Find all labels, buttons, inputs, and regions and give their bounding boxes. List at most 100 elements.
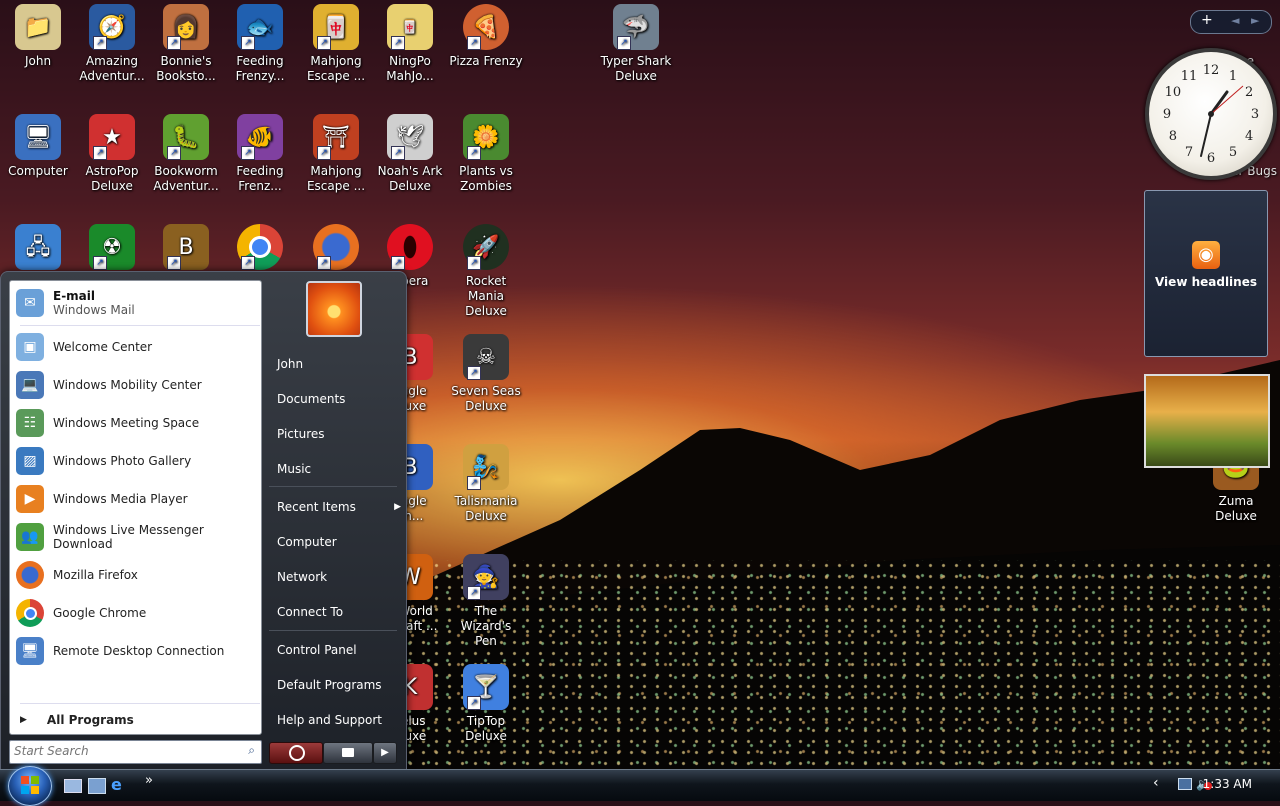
program-windows-media-player[interactable]: ▶ Windows Media Player — [14, 481, 258, 517]
remote-desktop-icon: 🖥 — [16, 637, 44, 665]
program-welcome-center[interactable]: ▣ Welcome Center — [14, 329, 258, 365]
show-desktop-icon[interactable] — [64, 779, 82, 793]
program-windows-mobility-center[interactable]: 💻 Windows Mobility Center — [14, 367, 258, 403]
program-remote-desktop-connection[interactable]: 🖥 Remote Desktop Connection — [14, 633, 258, 669]
program-google-chrome[interactable]: Google Chrome — [14, 595, 258, 631]
rocket-icon: 🚀 ↗ — [463, 224, 509, 270]
start-link-pictures[interactable]: Pictures — [269, 420, 407, 448]
slideshow-gadget[interactable] — [1144, 374, 1270, 468]
separator — [20, 703, 260, 704]
clock-number: 8 — [1169, 129, 1177, 144]
lock-icon — [342, 748, 354, 757]
desktop-icon-mahjong-escape[interactable]: 🀄 ↗ Mahjong Escape ... — [298, 4, 374, 84]
folder-icon: 📁 — [15, 4, 61, 50]
desktop-icon-computer[interactable]: 🖥 Computer — [0, 114, 76, 179]
desktop-icon-tiptop[interactable]: 🍸 ↗ TipTop Deluxe — [448, 664, 524, 744]
desktop-icon-feeding-frenzy[interactable]: 🐟 ↗ Feeding Frenzy... — [222, 4, 298, 84]
desktop-icon-john[interactable]: 📁 John — [0, 4, 76, 69]
desktop-icon-ningpo-mahjong[interactable]: 🀄 ↗ NingPo MahJo... — [372, 4, 448, 84]
start-link-control-panel[interactable]: Control Panel — [269, 636, 407, 664]
start-link-documents[interactable]: Documents — [269, 385, 407, 413]
desktop-icon-typer-shark[interactable]: 🦈 ↗ Typer Shark Deluxe — [598, 4, 674, 84]
start-link-recent-items[interactable]: Recent Items ▶ — [269, 493, 407, 521]
internet-explorer-icon[interactable]: e — [111, 775, 122, 794]
start-link-help-support[interactable]: Help and Support — [269, 706, 407, 734]
desktop-icon-noahs-ark[interactable]: 🕊 ↗ Noah's Ark Deluxe — [372, 114, 448, 194]
search-icon[interactable]: ⌕ — [248, 743, 255, 758]
windows-logo-icon — [21, 776, 29, 784]
desktop-icon-pizza-frenzy[interactable]: 🍕 ↗ Pizza Frenzy — [448, 4, 524, 69]
clock-face: 12 12 3 45678 9 1011 — [1163, 63, 1259, 166]
taskbar-clock[interactable]: 1:33 AM — [1203, 777, 1252, 791]
start-link-network[interactable]: Network — [269, 563, 407, 591]
radiation-icon: ☢ ↗ — [89, 224, 135, 270]
welcome-center-icon: ▣ — [16, 333, 44, 361]
desktop-icon-rocket-mania[interactable]: 🚀 ↗ Rocket Mania Deluxe — [448, 224, 524, 319]
desktop-icon-feeding-frenzy-2[interactable]: 🐠 ↗ Feeding Frenz... — [222, 114, 298, 194]
photo-gallery-icon: ▨ — [16, 447, 44, 475]
desktop-icon-network[interactable]: 🖧 — [0, 224, 76, 274]
program-mozilla-firefox[interactable]: Mozilla Firefox — [14, 557, 258, 593]
program-windows-live-messenger[interactable]: 👥 Windows Live Messenger Download — [14, 519, 258, 555]
book-icon: B ↗ — [163, 224, 209, 270]
power-button[interactable] — [269, 742, 323, 764]
lock-button[interactable] — [323, 742, 373, 764]
previous-icon[interactable]: ◄ — [1231, 14, 1239, 27]
switch-windows-icon[interactable] — [88, 778, 106, 794]
feed-headlines-gadget[interactable]: ◉ View headlines — [1144, 190, 1268, 357]
desktop-icon-book-game[interactable]: B ↗ — [148, 224, 224, 274]
clock-gadget[interactable]: 12 1 2 3 4 5 6 7 8 9 10 11 — [1145, 48, 1277, 180]
separator — [269, 630, 397, 631]
start-link-user[interactable]: John — [269, 350, 407, 378]
computer-icon: 🖥 — [15, 114, 61, 160]
desktop-icon-amazing-adventures[interactable]: 🧭 ↗ Amazing Adventur... — [74, 4, 150, 84]
pizza-icon: 🍕 ↗ — [463, 4, 509, 50]
start-link-computer[interactable]: Computer — [269, 528, 407, 556]
tropical-fish-icon: 🐠 ↗ — [237, 114, 283, 160]
quick-launch-overflow[interactable]: » — [145, 773, 153, 788]
desktop-icon-seven-seas[interactable]: ☠ ↗ Seven Seas Deluxe — [448, 334, 524, 414]
mail-icon: ✉ — [16, 289, 44, 317]
desktop-icon-astropop[interactable]: ★ ↗ AstroPop Deluxe — [74, 114, 150, 194]
clock-number: 4 — [1245, 129, 1253, 144]
desktop-icon-mozilla-firefox[interactable]: ↗ — [298, 224, 374, 274]
user-picture[interactable] — [306, 281, 362, 337]
next-icon[interactable]: ► — [1251, 14, 1259, 27]
network-icon: 🖧 — [15, 224, 61, 270]
start-link-music[interactable]: Music — [269, 455, 407, 483]
desktop-icon-radiation-game[interactable]: ☢ ↗ — [74, 224, 150, 274]
start-button[interactable] — [8, 766, 52, 806]
rss-icon: ◉ — [1192, 241, 1220, 269]
start-search-input[interactable] — [10, 741, 234, 761]
sidebar-controls: + ◄ ► — [1190, 10, 1272, 34]
pinned-email[interactable]: ✉ E-mail Windows Mail — [14, 283, 258, 323]
start-search-box[interactable]: ⌕ — [9, 740, 262, 764]
desktop-icon-mahjong-escape-2[interactable]: ⛩ ↗ Mahjong Escape ... — [298, 114, 374, 194]
desktop-icon-plants-vs-zombies[interactable]: 🌼 ↗ Plants vs Zombies — [448, 114, 524, 194]
all-programs-button[interactable]: ▶ All Programs — [14, 707, 258, 733]
program-windows-meeting-space[interactable]: ☷ Windows Meeting Space — [14, 405, 258, 441]
desktop-icon-wizards-pen[interactable]: 🧙 ↗ The Wizard's Pen — [448, 554, 524, 649]
desktop-icon-bookworm-adventures[interactable]: 🐛 ↗ Bookworm Adventur... — [148, 114, 224, 194]
media-player-icon: ▶ — [16, 485, 44, 513]
desktop-icon-google-chrome[interactable]: ↗ — [222, 224, 298, 274]
meeting-space-icon: ☷ — [16, 409, 44, 437]
genie-icon: 🧞 ↗ — [463, 444, 509, 490]
program-windows-photo-gallery[interactable]: ▨ Windows Photo Gallery — [14, 443, 258, 479]
wizard-icon: 🧙 ↗ — [463, 554, 509, 600]
view-headlines-label: View headlines — [1154, 275, 1257, 289]
add-gadget-icon[interactable]: + — [1201, 12, 1213, 28]
arrow-right-icon: ▶ — [381, 747, 389, 758]
tray-expand-chevron[interactable]: ‹ — [1153, 775, 1159, 791]
firefox-icon — [16, 561, 44, 589]
desktop-icon-talismania[interactable]: 🧞 ↗ Talismania Deluxe — [448, 444, 524, 524]
messenger-icon: 👥 — [16, 523, 44, 551]
network-status-icon[interactable] — [1178, 778, 1192, 790]
start-link-connect-to[interactable]: Connect To — [269, 598, 407, 626]
desktop-icon-bonnies-bookstore[interactable]: 👩 ↗ Bonnie's Booksto... — [148, 4, 224, 84]
opera-icon: ↗ — [387, 224, 433, 270]
compass-icon: 🧭 ↗ — [89, 4, 135, 50]
start-link-default-programs[interactable]: Default Programs — [269, 671, 407, 699]
shutdown-options-button[interactable]: ▶ — [373, 742, 397, 764]
clock-number: 12 — [1203, 63, 1220, 78]
